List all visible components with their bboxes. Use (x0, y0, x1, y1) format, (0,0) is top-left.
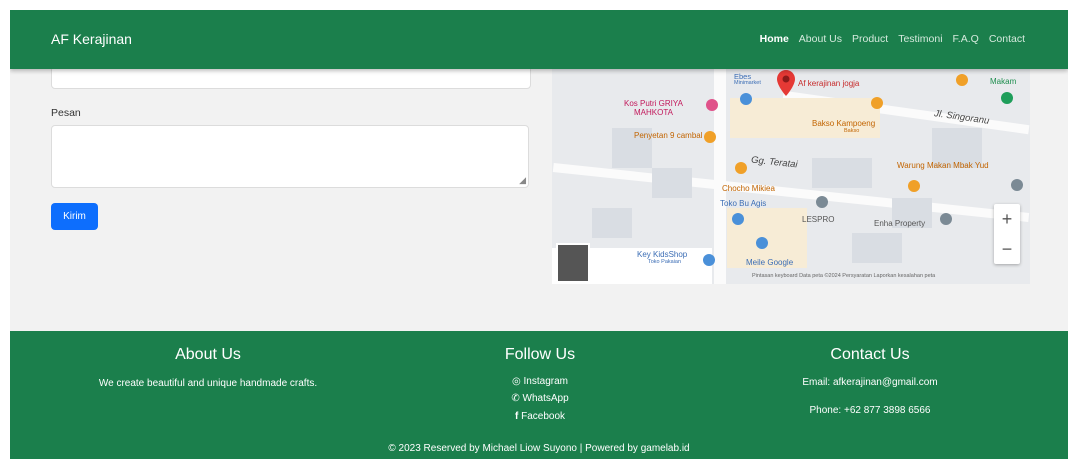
map-label-lespro: LESPRO (802, 215, 835, 224)
footer-instagram-link[interactable]: ◎ Instagram (470, 376, 610, 387)
footer-facebook-link[interactable]: f Facebook (470, 411, 610, 422)
map-label-makam: Makam (990, 77, 1017, 86)
footer-email: Email: afkerajinan@gmail.com (802, 377, 938, 388)
footer-follow-title: Follow Us (504, 346, 576, 363)
penyetan-marker-icon[interactable] (704, 131, 716, 143)
nav-contact[interactable]: Contact (989, 33, 1025, 45)
contact-section: Pesan ◢ Kirim Ebes Minimarket Af kerajin… (10, 61, 1068, 331)
restaurant-marker-icon[interactable] (956, 74, 968, 86)
map-label-toko-bu: Toko Bu Agis (720, 199, 767, 208)
map-satellite-thumbnail[interactable] (556, 243, 590, 283)
nav-links: Home About Us Product Testimoni F.A.Q Co… (760, 33, 1025, 45)
footer: About Us We create beautiful and unique … (10, 331, 1068, 459)
map-street-teratai: Gg. Teratai (750, 154, 799, 171)
facebook-icon: f (514, 411, 519, 422)
map-zoom-control: + − (994, 204, 1020, 264)
meile-marker-icon[interactable] (756, 237, 768, 249)
instagram-icon: ◎ (512, 376, 521, 387)
map-label-enha: Enha Property (874, 219, 926, 228)
nav-faq[interactable]: F.A.Q (953, 33, 979, 45)
map-label-ebes-sub: Minimarket (734, 80, 761, 86)
copyright-text: © 2023 Reserved by Michael Liow Suyono |… (388, 443, 690, 454)
map-label-bakso: Bakso Kampoeng (812, 119, 876, 128)
resize-handle-icon[interactable]: ◢ (519, 175, 526, 186)
kirim-button[interactable]: Kirim (51, 203, 98, 230)
pesan-textarea[interactable]: ◢ (51, 125, 529, 188)
zoom-out-button[interactable]: − (994, 234, 1020, 264)
instagram-label: Instagram (523, 376, 568, 387)
nav-about[interactable]: About Us (799, 33, 842, 45)
makam-marker-icon[interactable] (1001, 92, 1013, 104)
nav-testimoni[interactable]: Testimoni (898, 33, 942, 45)
map-label-warung: Warung Makan Mbak Yud (897, 161, 989, 170)
map-label-key-kids: Key KidsShop (637, 250, 688, 259)
location-pin-icon[interactable] (777, 70, 795, 96)
lespro-marker-icon[interactable] (816, 196, 828, 208)
navbar: AF Kerajinan Home About Us Product Testi… (10, 10, 1068, 69)
footer-about-title: About Us (175, 346, 241, 363)
chocho-marker-icon[interactable] (735, 162, 747, 174)
page: AF Kerajinan Home About Us Product Testi… (10, 10, 1068, 459)
facebook-label: Facebook (521, 411, 566, 422)
toko-bu-marker-icon[interactable] (732, 213, 744, 225)
nav-product[interactable]: Product (852, 33, 888, 45)
map-pin-label: Af kerajinan jogja (798, 79, 860, 88)
ebes-marker-icon[interactable] (740, 93, 752, 105)
footer-about-text: We create beautiful and unique handmade … (98, 378, 318, 389)
map-label-penyetan: Penyetan 9 cambal (634, 131, 703, 140)
whatsapp-label: WhatsApp (522, 393, 569, 404)
pesan-label: Pesan (51, 107, 81, 119)
kos-putri-marker-icon[interactable] (706, 99, 718, 111)
footer-whatsapp-link[interactable]: ✆ WhatsApp (470, 393, 610, 404)
enha-marker-icon[interactable] (940, 213, 952, 225)
zoom-in-button[interactable]: + (994, 204, 1020, 234)
brand-name[interactable]: AF Kerajinan (51, 31, 132, 47)
map-label-chocho: Chocho Mikiea (722, 184, 775, 193)
whatsapp-icon: ✆ (511, 393, 520, 404)
footer-contact-title: Contact Us (830, 346, 910, 363)
warung-marker-icon[interactable] (908, 180, 920, 192)
google-map[interactable]: Ebes Minimarket Af kerajinan jogja Kos P… (552, 68, 1030, 284)
key-kids-marker-icon[interactable] (703, 254, 715, 266)
map-label-key-kids-sub: Toko Pakaian (648, 259, 682, 265)
map-footer-links[interactable]: Pintasan keyboard Data peta ©2024 Persya… (752, 273, 935, 279)
map-label-bakso-sub: Bakso (844, 128, 860, 134)
footer-phone: Phone: +62 877 3898 6566 (809, 405, 931, 416)
map-label-kos-putri: Kos Putri GRIYA MAHKOTA (624, 99, 683, 117)
nav-home[interactable]: Home (760, 33, 789, 45)
place-marker-icon[interactable] (1011, 179, 1023, 191)
bakso-marker-icon[interactable] (871, 97, 883, 109)
map-label-meile: Meile Google (746, 258, 794, 267)
